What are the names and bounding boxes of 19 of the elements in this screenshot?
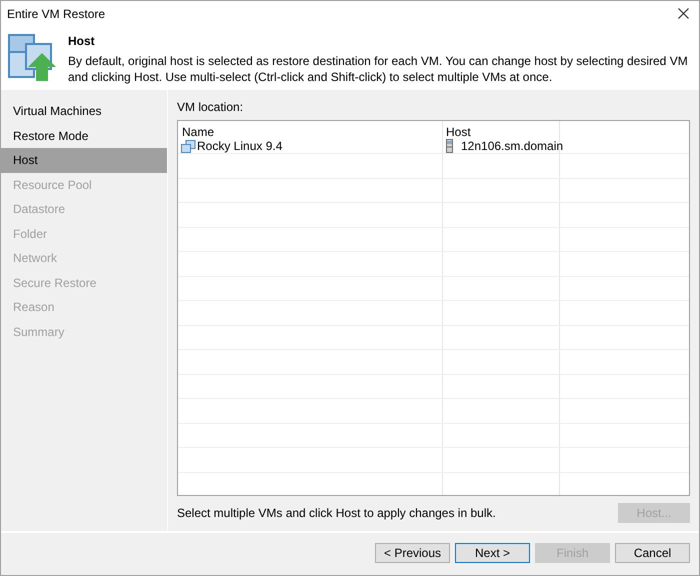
window-title: Entire VM Restore [7, 6, 106, 22]
next-button[interactable]: Next > [455, 543, 530, 563]
page-title: Host [68, 33, 96, 50]
sidebar-step[interactable]: Virtual Machines [1, 99, 167, 124]
sidebar-step[interactable]: Host [1, 148, 167, 172]
column-header[interactable]: Name [178, 121, 443, 139]
sidebar-step[interactable]: Restore Mode [1, 124, 167, 148]
server-icon [446, 139, 453, 153]
close-icon[interactable] [678, 8, 689, 19]
table-label: VM location: [177, 99, 244, 116]
dialog-button[interactable]: < Previous [375, 543, 450, 563]
table-cell-text: Rocky Linux 9.4 [197, 138, 282, 155]
table-cell-text: 12n106.sm.domain [461, 138, 564, 155]
table-row[interactable]: Rocky Linux 9.4 12n106.sm.domain [178, 139, 689, 154]
vm-icon [181, 140, 196, 152]
page-description: By default, original host is selected as restore destination for each VM. You can change host by selecting desired VM and clicking Host. Use multi-select (Ctrl-click and Shift-click) to select multiple VMs at once. [68, 53, 689, 85]
dialog-button[interactable]: Cancel [615, 543, 690, 563]
restore-vm-icon [8, 34, 56, 82]
bulk-hint: Select multiple VMs and click Host to apply changes in bulk. [177, 505, 496, 522]
